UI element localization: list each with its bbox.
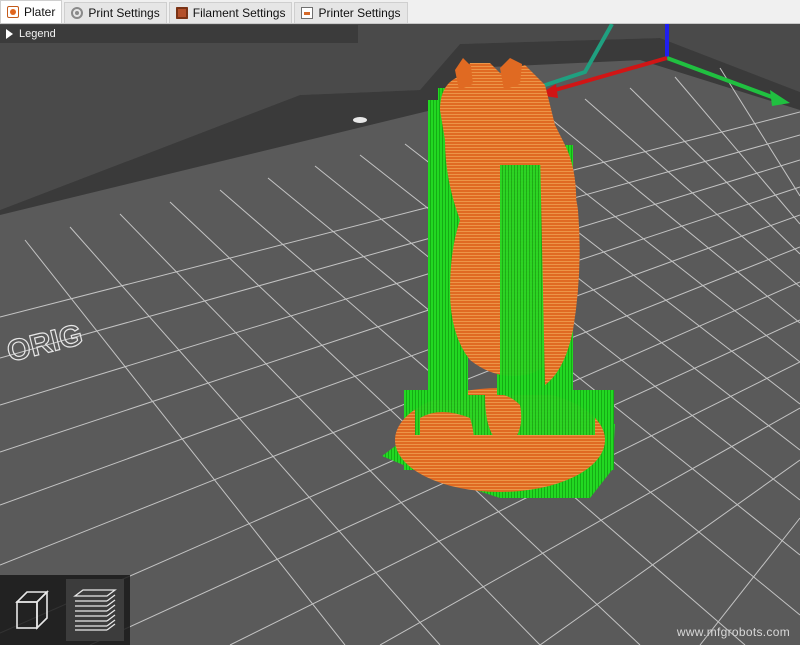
3d-viewport[interactable]: ORIG [0,24,800,645]
legend-toggle[interactable]: Legend [0,25,358,43]
layers-preview-icon [73,589,117,631]
3d-view-cube-icon [15,590,49,630]
bed-hole [353,117,367,123]
triangle-right-icon [6,29,13,39]
printer-icon [301,7,314,19]
3d-view-button[interactable] [4,579,62,641]
filament-spool-icon [175,7,188,19]
tab-printer-settings[interactable]: Printer Settings [294,2,408,23]
tab-print-settings-label: Print Settings [88,6,160,20]
tab-bar: Plater Print Settings Filament Settings … [0,0,800,24]
layers-preview-button[interactable] [66,579,124,641]
legend-label: Legend [19,28,56,40]
view-toolbar [0,575,130,645]
gear-icon [71,7,84,19]
tab-printer-settings-label: Printer Settings [318,6,401,20]
support-left-lower [428,230,450,400]
watermark: www.mfgrobots.com [676,625,790,639]
tab-filament-settings[interactable]: Filament Settings [168,2,293,23]
tab-plater[interactable]: Plater [0,0,63,23]
plater-icon [7,6,19,18]
tab-print-settings[interactable]: Print Settings [64,2,167,23]
support-front-overlay [500,165,548,390]
tab-plater-label: Plater [24,5,56,19]
tab-filament-settings-label: Filament Settings [192,6,286,20]
